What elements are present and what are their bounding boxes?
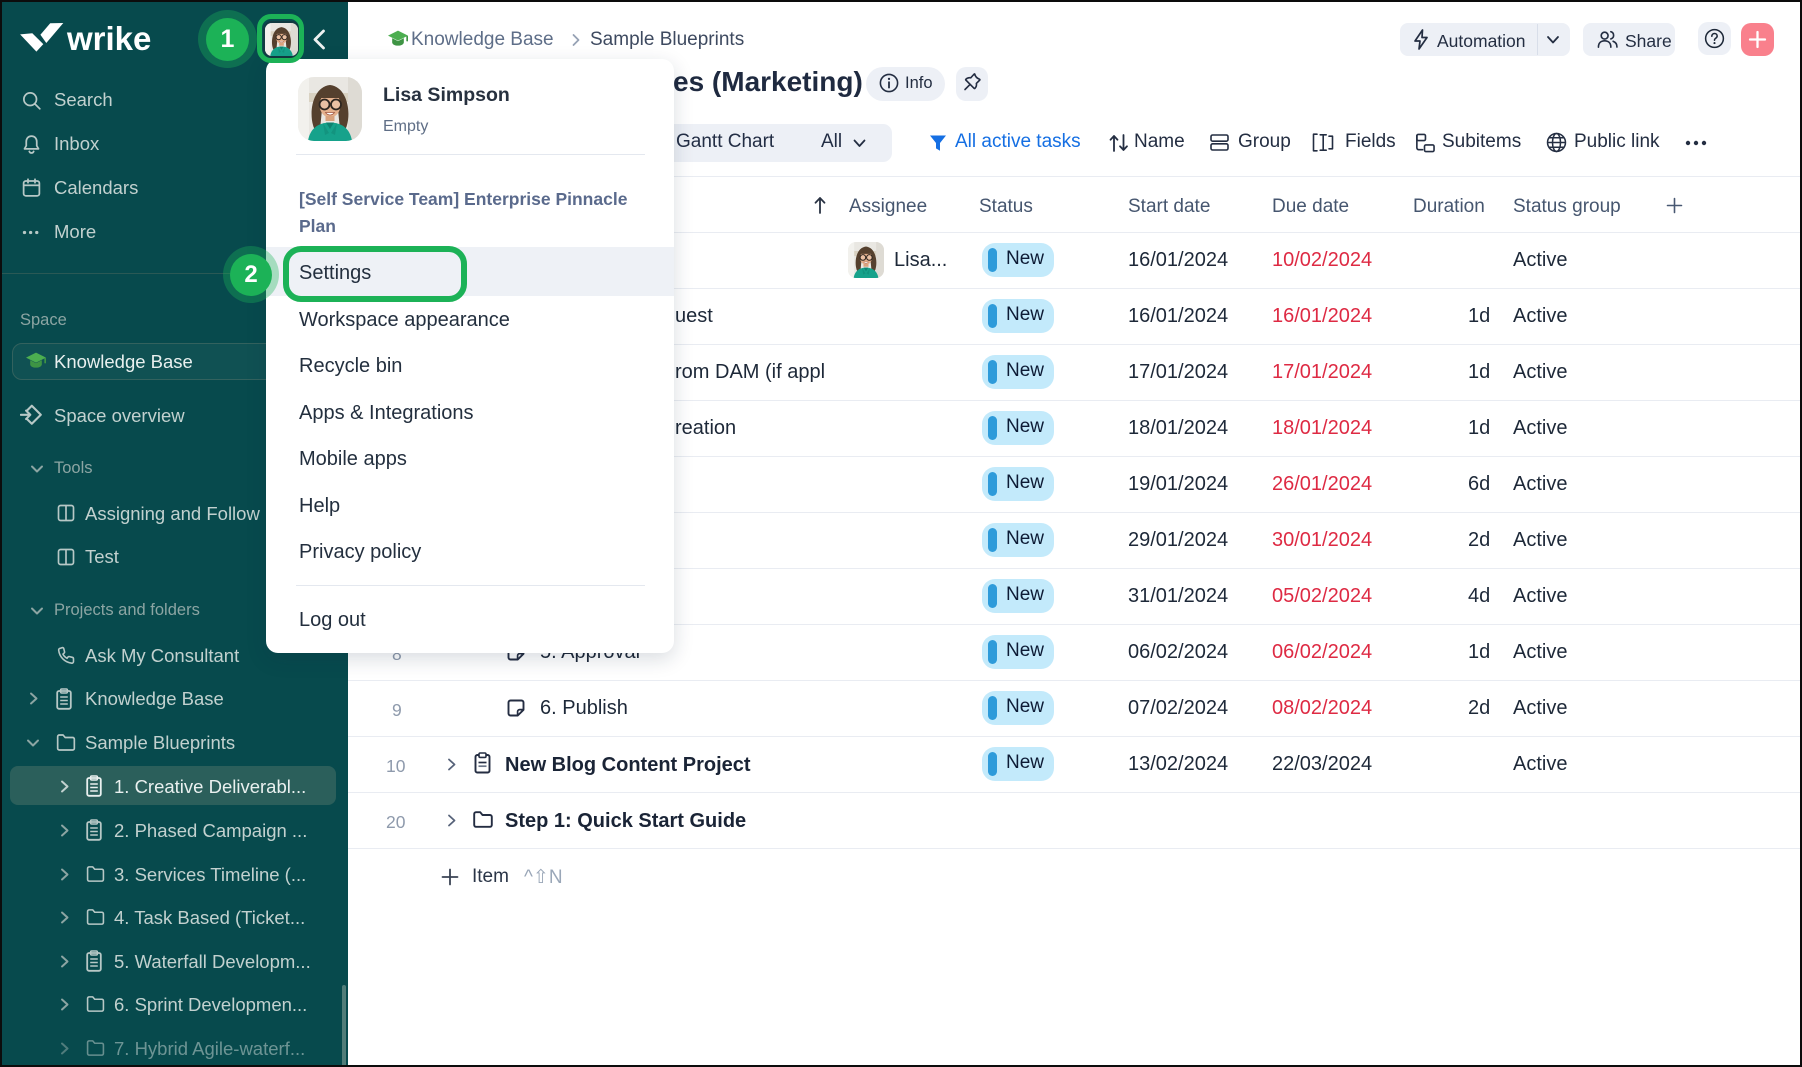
svg-text:wrike: wrike [66,22,151,56]
